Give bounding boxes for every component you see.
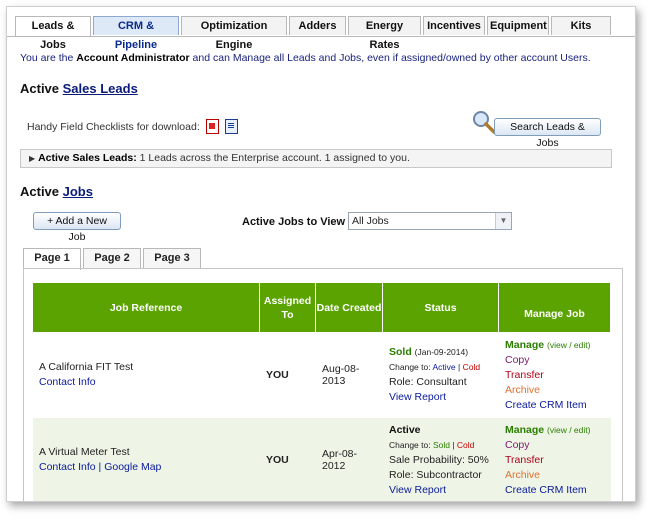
archive-link[interactable]: Archive <box>505 468 605 483</box>
checklist-label: Handy Field Checklists for download: <box>27 120 200 133</box>
tab-kits[interactable]: Kits <box>551 16 611 35</box>
table-row: A Virtual Meter Test Contact Info | Goog… <box>33 418 611 501</box>
date-cell: Aug-08-2013 <box>316 332 383 418</box>
document-icon[interactable] <box>224 119 238 134</box>
manage-link[interactable]: Manage <box>505 424 544 436</box>
sales-leads-link[interactable]: Sales Leads <box>63 81 138 96</box>
heading-prefix: Active <box>20 184 63 199</box>
jobs-table: Job Reference Assigned To Date Created S… <box>33 283 611 501</box>
assigned-cell: YOU <box>260 332 316 418</box>
jobs-filter-label: Active Jobs to View <box>242 216 346 228</box>
transfer-link[interactable]: Transfer <box>505 368 605 383</box>
change-to-cold-link[interactable]: Cold <box>457 440 474 450</box>
copy-link[interactable]: Copy <box>505 438 605 453</box>
tab-equipment[interactable]: Equipment <box>487 16 549 35</box>
intro-prefix: You are the <box>20 52 77 64</box>
col-manage-job: Manage Job <box>499 283 611 332</box>
change-to-cold-link[interactable]: Cold <box>463 362 480 372</box>
col-status: Status <box>383 283 499 332</box>
tab-divider <box>7 36 635 37</box>
tab-page-3[interactable]: Page 3 <box>143 248 201 268</box>
contact-info-link[interactable]: Contact Info <box>39 376 96 388</box>
jobs-filter-select[interactable]: All Jobs ▼ <box>348 212 512 230</box>
job-name: A Virtual Meter Test <box>39 446 130 458</box>
assigned-cell: YOU <box>260 418 316 501</box>
view-report-link[interactable]: View Report <box>389 390 493 405</box>
leads-bar-label: Active Sales Leads: <box>38 152 137 164</box>
contact-info-link[interactable]: Contact Info <box>39 461 96 473</box>
create-crm-item-link[interactable]: Create CRM Item <box>505 483 605 498</box>
archive-link[interactable]: Archive <box>505 383 605 398</box>
main-tabs: Leads & Jobs CRM & Pipeline Optimization… <box>15 16 611 51</box>
status-title: Active <box>389 423 421 436</box>
tab-optimization-engine[interactable]: Optimization Engine <box>181 16 287 51</box>
manage-cell: Manage (view / edit) Copy Transfer Archi… <box>499 332 611 418</box>
role-text: Role: Consultant <box>389 376 467 388</box>
heading-prefix: Active <box>20 81 63 96</box>
col-assigned-to: Assigned To <box>260 283 316 332</box>
status-title: Sold <box>389 346 412 358</box>
active-sales-leads-bar[interactable]: ▶ Active Sales Leads: 1 Leads across the… <box>20 149 612 168</box>
link-separator: | <box>95 461 105 473</box>
app-window: Leads & Jobs CRM & Pipeline Optimization… <box>6 6 636 502</box>
search-leads-jobs-button[interactable]: Search Leads & Jobs <box>494 118 601 149</box>
col-date-created: Date Created <box>316 283 383 332</box>
transfer-link[interactable]: Transfer <box>505 453 605 468</box>
view-edit-link[interactable]: (view / edit) <box>547 425 590 435</box>
status-cell: Active Change to: Sold | Cold Sale Proba… <box>383 418 499 501</box>
pdf-icon[interactable] <box>205 119 219 134</box>
manage-link[interactable]: Manage <box>505 339 544 351</box>
job-name: A California FIT Test <box>39 361 134 373</box>
expand-triangle-icon: ▶ <box>29 154 36 163</box>
chevron-down-icon[interactable]: ▼ <box>495 213 511 229</box>
jobs-link[interactable]: Jobs <box>63 184 93 199</box>
intro-role: Account Administrator <box>76 52 190 64</box>
tab-leads-jobs[interactable]: Leads & Jobs <box>15 16 91 51</box>
google-map-link[interactable]: Google Map <box>104 461 161 473</box>
change-to-active-link[interactable]: Active <box>433 362 456 372</box>
view-edit-link[interactable]: (view / edit) <box>547 340 590 350</box>
status-date: (Jan-09-2014) <box>414 347 469 357</box>
table-header-row: Job Reference Assigned To Date Created S… <box>33 283 611 332</box>
col-job-reference: Job Reference <box>33 283 260 332</box>
date-cell: Apr-08-2012 <box>316 418 383 501</box>
page-tabs: Page 1 Page 2 Page 3 <box>23 248 201 270</box>
change-to-label: Change to: <box>389 439 431 450</box>
add-new-job-button[interactable]: + Add a New Job <box>33 212 121 243</box>
sale-probability-text: Sale Probability: 50% <box>389 453 489 466</box>
change-to-sold-link[interactable]: Sold <box>433 440 450 450</box>
tab-energy-rates[interactable]: Energy Rates <box>348 16 421 51</box>
copy-link[interactable]: Copy <box>505 353 605 368</box>
role-text: Role: Subcontractor <box>389 468 482 481</box>
jobs-filter-value: All Jobs <box>352 215 389 227</box>
table-row: A California FIT Test Contact Info YOU A… <box>33 332 611 418</box>
status-cell: Sold (Jan-09-2014) Change to: Active | C… <box>383 332 499 418</box>
view-report-link[interactable]: View Report <box>389 483 493 498</box>
create-crm-item-link[interactable]: Create CRM Item <box>505 398 605 413</box>
sales-leads-heading: Active Sales Leads <box>20 81 138 96</box>
tab-page-1[interactable]: Page 1 <box>23 248 81 270</box>
manage-cell: Manage (view / edit) Copy Transfer Archi… <box>499 418 611 501</box>
intro-text: You are the Account Administrator and ca… <box>20 52 591 64</box>
intro-suffix: and can Manage all Leads and Jobs, even … <box>189 52 591 64</box>
tab-page-2[interactable]: Page 2 <box>83 248 141 268</box>
tab-adders[interactable]: Adders <box>289 16 346 35</box>
tab-crm-pipeline[interactable]: CRM & Pipeline <box>93 16 179 51</box>
field-checklists: Handy Field Checklists for download: <box>27 119 238 134</box>
leads-bar-text: 1 Leads across the Enterprise account. 1… <box>136 152 410 164</box>
job-reference-cell: A Virtual Meter Test Contact Info | Goog… <box>33 418 260 501</box>
job-reference-cell: A California FIT Test Contact Info <box>33 332 260 418</box>
magnifier-icon <box>473 111 496 134</box>
jobs-heading: Active Jobs <box>20 184 93 199</box>
tab-incentives[interactable]: Incentives <box>423 16 485 35</box>
change-to-label: Change to: <box>389 362 431 372</box>
